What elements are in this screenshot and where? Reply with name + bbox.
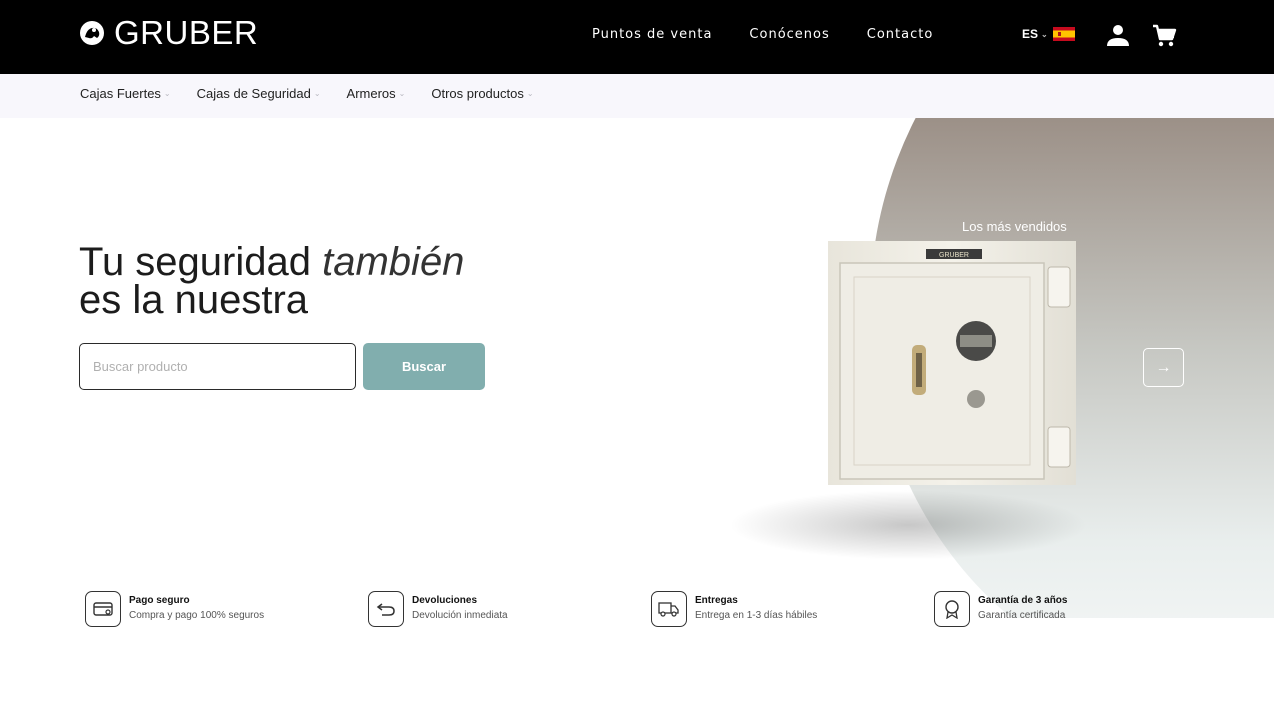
- feature-title: Garantía de 3 años: [978, 594, 1068, 606]
- shopping-cart-icon[interactable]: [1151, 22, 1177, 48]
- feature-subtitle: Garantía certificada: [978, 609, 1066, 621]
- chevron-down-icon: ⌄: [313, 89, 321, 98]
- chevron-down-icon: ⌄: [1041, 29, 1048, 39]
- feature-warranty: Garantía de 3 años Garantía certificada: [934, 591, 1217, 627]
- feature-deliveries: Entregas Entrega en 1-3 días hábiles: [651, 591, 934, 627]
- logo[interactable]: GRUBER: [78, 16, 258, 49]
- feature-subtitle: Compra y pago 100% seguros: [129, 609, 265, 621]
- features-row: Pago seguro Compra y pago 100% seguros D…: [85, 591, 1217, 627]
- feature-title: Entregas: [695, 594, 738, 606]
- product-safe-image[interactable]: GRUBER: [828, 241, 1076, 485]
- chevron-down-icon: ⌄: [163, 89, 171, 98]
- category-armeros[interactable]: Armeros ⌄: [347, 86, 406, 101]
- chevron-down-icon: ⌄: [526, 89, 534, 98]
- category-bar: Cajas Fuertes ⌄ Cajas de Seguridad ⌄ Arm…: [0, 74, 1274, 118]
- hero-title-part2: es la nuestra: [79, 278, 309, 322]
- search-input[interactable]: [79, 343, 356, 390]
- award-badge-icon: [934, 591, 970, 627]
- feature-secure-payment: Pago seguro Compra y pago 100% seguros: [85, 591, 368, 627]
- category-cajas-de-seguridad[interactable]: Cajas de Seguridad ⌄: [197, 86, 321, 101]
- feature-title: Pago seguro: [129, 594, 190, 606]
- safe-brand-plate: GRUBER: [939, 252, 969, 259]
- carousel-label: Los más vendidos: [962, 219, 1067, 234]
- category-otros-productos[interactable]: Otros productos ⌄: [431, 86, 533, 101]
- category-label: Cajas Fuertes: [80, 86, 161, 101]
- top-header: GRUBER Puntos de venta Conócenos Contact…: [0, 0, 1274, 74]
- feature-returns: Devoluciones Devolución inmediata: [368, 591, 651, 627]
- nav-puntos-de-venta[interactable]: Puntos de venta: [592, 27, 712, 42]
- search-button[interactable]: Buscar: [363, 343, 485, 390]
- feature-subtitle: Devolución inmediata: [412, 609, 508, 621]
- hero-title-emphasis: también: [322, 240, 465, 284]
- spain-flag-icon: [1052, 27, 1075, 41]
- product-shadow: [728, 490, 1088, 560]
- logo-text: GRUBER: [114, 14, 259, 51]
- feature-title: Devoluciones: [412, 594, 478, 606]
- language-selector[interactable]: ES ⌄: [1022, 27, 1075, 41]
- feature-subtitle: Entrega en 1-3 días hábiles: [695, 609, 818, 621]
- delivery-truck-icon: [651, 591, 687, 627]
- return-arrow-icon: [368, 591, 404, 627]
- category-cajas-fuertes[interactable]: Cajas Fuertes ⌄: [80, 86, 171, 101]
- credit-card-icon: [85, 591, 121, 627]
- category-label: Cajas de Seguridad: [196, 86, 311, 101]
- logo-mark-icon: [80, 20, 104, 45]
- top-nav: Puntos de venta Conócenos Contacto: [592, 27, 933, 42]
- carousel-next-button[interactable]: →: [1143, 348, 1184, 387]
- category-label: Otros productos: [431, 86, 524, 101]
- language-code: ES: [1022, 27, 1039, 41]
- hero-title: Tu seguridad también es la nuestra: [79, 240, 465, 322]
- chevron-down-icon: ⌄: [398, 89, 406, 98]
- category-label: Armeros: [346, 86, 396, 101]
- nav-conocenos[interactable]: Conócenos: [749, 27, 829, 42]
- user-account-icon[interactable]: [1106, 23, 1130, 47]
- nav-contacto[interactable]: Contacto: [867, 27, 934, 42]
